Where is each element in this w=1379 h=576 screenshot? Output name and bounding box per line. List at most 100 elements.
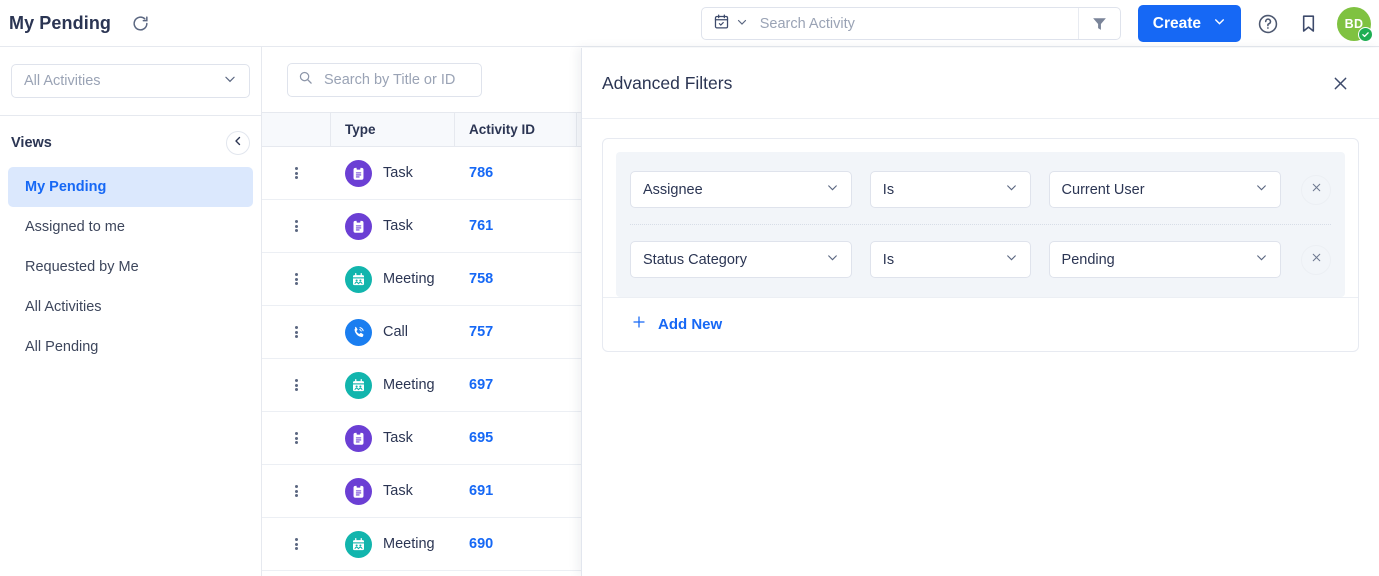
filter-funnel-icon[interactable]: [1077, 8, 1120, 39]
kebab-menu-icon[interactable]: [262, 200, 331, 253]
sidebar-collapse-button[interactable]: [226, 131, 250, 155]
filter-operator-select[interactable]: Is: [869, 171, 1031, 208]
type-label: Meeting: [383, 271, 435, 287]
sidebar-item-label: Assigned to me: [25, 219, 125, 235]
table-cell-activity-id: 761: [455, 200, 577, 253]
column-header-type[interactable]: Type: [331, 113, 455, 146]
filter-field-select[interactable]: Status Category: [630, 241, 852, 278]
remove-filter-button[interactable]: [1301, 174, 1331, 205]
create-button[interactable]: Create: [1137, 5, 1241, 42]
avatar[interactable]: BD: [1337, 6, 1373, 42]
table-cell-type: Call: [331, 306, 455, 359]
chevron-down-icon: [826, 251, 839, 268]
close-icon: [1310, 181, 1323, 199]
table-cell-type: Meeting: [331, 253, 455, 306]
task-icon: [345, 477, 372, 505]
type-label: Task: [383, 483, 413, 499]
advanced-filters-panel: Advanced Filters Assignee Is Current Use…: [581, 48, 1379, 576]
refresh-icon[interactable]: [128, 11, 152, 35]
table-cell-type: Task: [331, 412, 455, 465]
filter-row: Assignee Is Current User: [616, 155, 1345, 224]
sidebar-item-label: My Pending: [25, 179, 107, 195]
sidebar-item-all-pending[interactable]: All Pending: [8, 327, 253, 367]
table-cell-type: Meeting: [331, 518, 455, 571]
app-root: My Pending Search Activity Create BD All…: [0, 0, 1379, 576]
chevron-down-icon: [736, 15, 748, 33]
type-label: Call: [383, 324, 408, 340]
task-icon: [345, 424, 372, 452]
advanced-filters-title: Advanced Filters: [602, 72, 733, 93]
sidebar-item-label: Requested by Me: [25, 259, 139, 275]
search-scope-calendar-selector[interactable]: [702, 13, 748, 35]
filter-rows-wrap: Assignee Is Current User Status Category…: [616, 152, 1345, 297]
filter-operator-select[interactable]: Is: [869, 241, 1031, 278]
column-header-menu: [262, 113, 331, 146]
kebab-menu-icon[interactable]: [262, 465, 331, 518]
chevron-left-icon: [232, 134, 244, 152]
meeting-icon: [345, 371, 372, 399]
add-new-filter-button[interactable]: Add New: [631, 314, 722, 334]
chevron-down-icon: [826, 181, 839, 198]
chevron-down-icon: [1005, 181, 1018, 198]
filter-value-select[interactable]: Pending: [1048, 241, 1281, 278]
activity-id-link[interactable]: 757: [469, 324, 493, 340]
activity-id-link[interactable]: 697: [469, 377, 493, 393]
kebab-menu-icon[interactable]: [262, 306, 331, 359]
kebab-menu-icon[interactable]: [262, 412, 331, 465]
create-button-label: Create: [1152, 14, 1201, 32]
filter-field-select[interactable]: Assignee: [630, 171, 852, 208]
sidebar-item-assigned-to-me[interactable]: Assigned to me: [8, 207, 253, 247]
bookmark-icon[interactable]: [1295, 11, 1321, 37]
filter-field-value: Status Category: [643, 251, 747, 268]
filter-value-select[interactable]: Current User: [1048, 171, 1281, 208]
type-label: Task: [383, 430, 413, 446]
help-circle-icon[interactable]: [1255, 11, 1281, 37]
task-icon: [345, 212, 372, 240]
sidebar-item-all-activities[interactable]: All Activities: [8, 287, 253, 327]
check-circle-icon: [1358, 26, 1373, 42]
filter-operator-value: Is: [882, 251, 895, 268]
type-label: Meeting: [383, 536, 435, 552]
activity-id-link[interactable]: 758: [469, 271, 493, 287]
table-cell-activity-id: 757: [455, 306, 577, 359]
entity-select-wrap: All Activities: [0, 47, 261, 98]
sidebar-item-my-pending[interactable]: My Pending: [8, 167, 253, 207]
table-cell-activity-id: 690: [455, 518, 577, 571]
table-cell-activity-id: 691: [455, 465, 577, 518]
left-sidebar: All Activities Views My Pending Assigned…: [0, 47, 262, 576]
filter-value-text: Current User: [1061, 181, 1145, 198]
chevron-down-icon: [1255, 251, 1268, 268]
column-header-activity-id[interactable]: Activity ID: [455, 113, 577, 146]
close-icon: [1310, 251, 1323, 269]
filter-row: Status Category Is Pending: [616, 225, 1345, 294]
activity-id-link[interactable]: 690: [469, 536, 493, 552]
filter-field-value: Assignee: [643, 181, 703, 198]
table-cell-type: Task: [331, 200, 455, 253]
task-icon: [345, 159, 372, 187]
filter-value-text: Pending: [1061, 251, 1115, 268]
sidebar-item-requested-by-me[interactable]: Requested by Me: [8, 247, 253, 287]
table-search-input[interactable]: [322, 70, 513, 89]
table-cell-activity-id: 695: [455, 412, 577, 465]
close-icon[interactable]: [1327, 70, 1353, 96]
activity-id-link[interactable]: 786: [469, 165, 493, 181]
kebab-menu-icon[interactable]: [262, 359, 331, 412]
activity-id-link[interactable]: 691: [469, 483, 493, 499]
filter-card: Assignee Is Current User Status Category…: [602, 138, 1359, 352]
activity-id-link[interactable]: 695: [469, 430, 493, 446]
remove-filter-button[interactable]: [1301, 244, 1331, 275]
kebab-menu-icon[interactable]: [262, 253, 331, 306]
type-label: Task: [383, 165, 413, 181]
filter-operator-value: Is: [882, 181, 895, 198]
type-label: Task: [383, 218, 413, 234]
search-input[interactable]: [747, 15, 1078, 32]
search-icon: [298, 70, 313, 90]
kebab-menu-icon[interactable]: [262, 518, 331, 571]
kebab-menu-icon[interactable]: [262, 147, 331, 200]
global-search-box: [700, 7, 1121, 40]
activity-id-link[interactable]: 761: [469, 218, 493, 234]
entity-select[interactable]: All Activities: [11, 64, 250, 98]
chevron-down-icon: [223, 72, 237, 90]
views-header: Views: [0, 116, 261, 155]
sidebar-item-label: All Pending: [25, 339, 99, 355]
